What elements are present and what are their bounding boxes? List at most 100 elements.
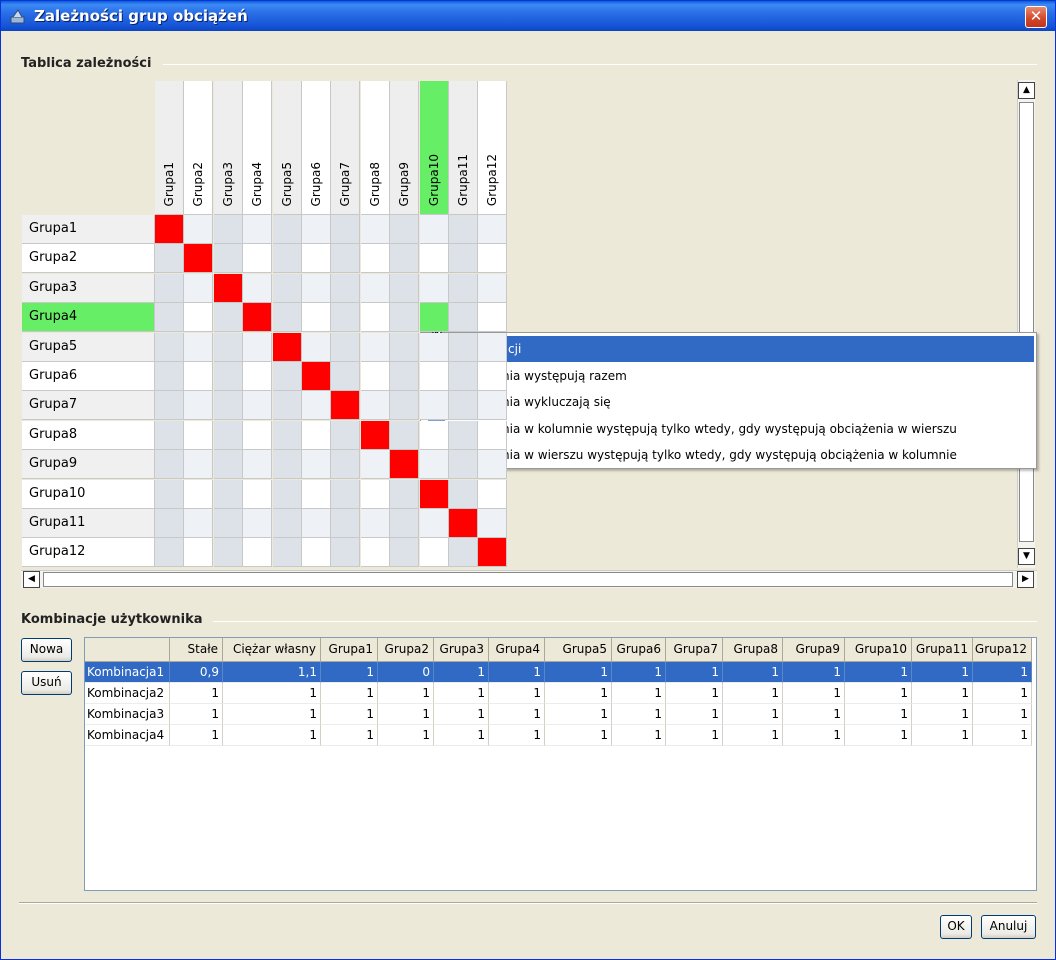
- table-cell[interactable]: 1: [723, 725, 783, 746]
- table-cell[interactable]: 1: [321, 704, 378, 725]
- matrix-cell[interactable]: [390, 479, 420, 509]
- matrix-cell[interactable]: [360, 215, 390, 244]
- table-cell[interactable]: 1: [612, 683, 666, 704]
- matrix-cell[interactable]: [331, 420, 361, 450]
- table-cell[interactable]: 1: [489, 662, 545, 683]
- matrix-cell[interactable]: [419, 332, 449, 362]
- matrix-horizontal-scrollbar[interactable]: ◀ ▶: [21, 570, 1037, 588]
- matrix-cell[interactable]: [272, 362, 302, 391]
- column-header-grupa5[interactable]: Grupa5: [272, 81, 302, 215]
- matrix-cell[interactable]: [155, 509, 184, 538]
- table-cell[interactable]: 1: [223, 704, 321, 725]
- vertical-scroll-thumb[interactable]: [1019, 102, 1034, 542]
- matrix-cell[interactable]: [449, 332, 478, 362]
- matrix-cell[interactable]: [155, 391, 184, 421]
- matrix-cell[interactable]: [478, 215, 508, 244]
- matrix-cell[interactable]: [213, 362, 243, 391]
- matrix-cell[interactable]: [184, 332, 214, 362]
- matrix-cell[interactable]: [272, 303, 302, 333]
- matrix-cell[interactable]: [155, 362, 184, 391]
- matrix-cell[interactable]: [184, 538, 214, 568]
- table-cell[interactable]: 1: [612, 725, 666, 746]
- matrix-cell[interactable]: [331, 450, 361, 480]
- table-cell[interactable]: 1: [378, 725, 434, 746]
- context-menu-item[interactable]: Brak relacji: [424, 336, 1034, 362]
- matrix-cell[interactable]: [155, 479, 184, 509]
- matrix-cell[interactable]: [360, 273, 390, 303]
- matrix-cell[interactable]: [155, 273, 184, 303]
- table-cell[interactable]: 1: [378, 704, 434, 725]
- matrix-cell[interactable]: [302, 450, 331, 480]
- matrix-cell[interactable]: [243, 273, 273, 303]
- matrix-cell[interactable]: [449, 391, 478, 421]
- table-cell[interactable]: 1: [845, 704, 912, 725]
- context-menu-item[interactable]: ↑Obciążenia w kolumnie występują tylko w…: [424, 416, 1034, 442]
- matrix-cell[interactable]: [419, 420, 449, 450]
- matrix-cell[interactable]: [419, 273, 449, 303]
- table-column-header[interactable]: Grupa7: [666, 638, 723, 662]
- table-cell[interactable]: 0,9: [170, 662, 223, 683]
- matrix-cell[interactable]: [302, 509, 331, 538]
- matrix-cell[interactable]: [272, 332, 302, 362]
- matrix-cell[interactable]: [419, 509, 449, 538]
- table-cell[interactable]: 1: [321, 725, 378, 746]
- matrix-cell[interactable]: [390, 332, 420, 362]
- table-column-header[interactable]: Grupa4: [489, 638, 545, 662]
- matrix-cell[interactable]: [331, 362, 361, 391]
- context-menu-item[interactable]: ↵Obciążenia w wierszu występują tylko wt…: [424, 442, 1034, 468]
- matrix-cell[interactable]: [272, 391, 302, 421]
- matrix-cell[interactable]: [360, 450, 390, 480]
- matrix-cell[interactable]: [419, 303, 449, 333]
- table-cell[interactable]: 1: [723, 662, 783, 683]
- matrix-cell[interactable]: [478, 303, 508, 333]
- table-cell[interactable]: 1: [783, 683, 845, 704]
- table-cell[interactable]: 1: [321, 683, 378, 704]
- matrix-cell[interactable]: [243, 215, 273, 244]
- column-header-grupa8[interactable]: Grupa8: [360, 81, 390, 215]
- matrix-cell[interactable]: [243, 479, 273, 509]
- table-column-header[interactable]: Grupa12: [973, 638, 1032, 662]
- matrix-cell[interactable]: [390, 509, 420, 538]
- table-cell[interactable]: 1: [666, 662, 723, 683]
- matrix-cell[interactable]: [390, 303, 420, 333]
- matrix-cell[interactable]: [155, 303, 184, 333]
- matrix-cell[interactable]: [272, 244, 302, 274]
- table-cell[interactable]: 1: [973, 662, 1032, 683]
- matrix-cell[interactable]: [390, 391, 420, 421]
- matrix-cell[interactable]: [449, 244, 478, 274]
- column-header-grupa12[interactable]: Grupa12: [478, 81, 508, 215]
- matrix-cell[interactable]: [302, 479, 331, 509]
- matrix-cell[interactable]: [478, 538, 508, 568]
- table-cell[interactable]: 1: [973, 704, 1032, 725]
- table-cell[interactable]: 1: [489, 683, 545, 704]
- matrix-cell[interactable]: [331, 538, 361, 568]
- matrix-cell[interactable]: [302, 391, 331, 421]
- table-cell[interactable]: 1: [170, 683, 223, 704]
- matrix-cell[interactable]: [360, 391, 390, 421]
- column-header-grupa10[interactable]: Grupa10: [419, 81, 449, 215]
- column-header-grupa1[interactable]: Grupa1: [155, 81, 184, 215]
- column-header-grupa6[interactable]: Grupa6: [302, 81, 331, 215]
- table-cell[interactable]: 1: [973, 725, 1032, 746]
- matrix-cell[interactable]: [419, 450, 449, 480]
- table-cell[interactable]: 1: [783, 725, 845, 746]
- matrix-cell[interactable]: [213, 420, 243, 450]
- matrix-cell[interactable]: [184, 420, 214, 450]
- matrix-cell[interactable]: [302, 273, 331, 303]
- matrix-cell[interactable]: [302, 303, 331, 333]
- matrix-cell[interactable]: [419, 479, 449, 509]
- matrix-cell[interactable]: [449, 479, 478, 509]
- matrix-cell[interactable]: [155, 215, 184, 244]
- matrix-cell[interactable]: [243, 509, 273, 538]
- matrix-cell[interactable]: [213, 538, 243, 568]
- matrix-cell[interactable]: [360, 362, 390, 391]
- table-column-header[interactable]: Grupa9: [783, 638, 845, 662]
- row-header-grupa7[interactable]: Grupa7: [22, 391, 155, 421]
- scroll-right-button[interactable]: ▶: [1017, 571, 1034, 588]
- table-cell[interactable]: 1: [170, 704, 223, 725]
- table-cell[interactable]: 1: [545, 725, 612, 746]
- matrix-cell[interactable]: [390, 244, 420, 274]
- table-column-header[interactable]: [85, 638, 170, 662]
- matrix-cell[interactable]: [390, 273, 420, 303]
- table-cell[interactable]: 1: [783, 662, 845, 683]
